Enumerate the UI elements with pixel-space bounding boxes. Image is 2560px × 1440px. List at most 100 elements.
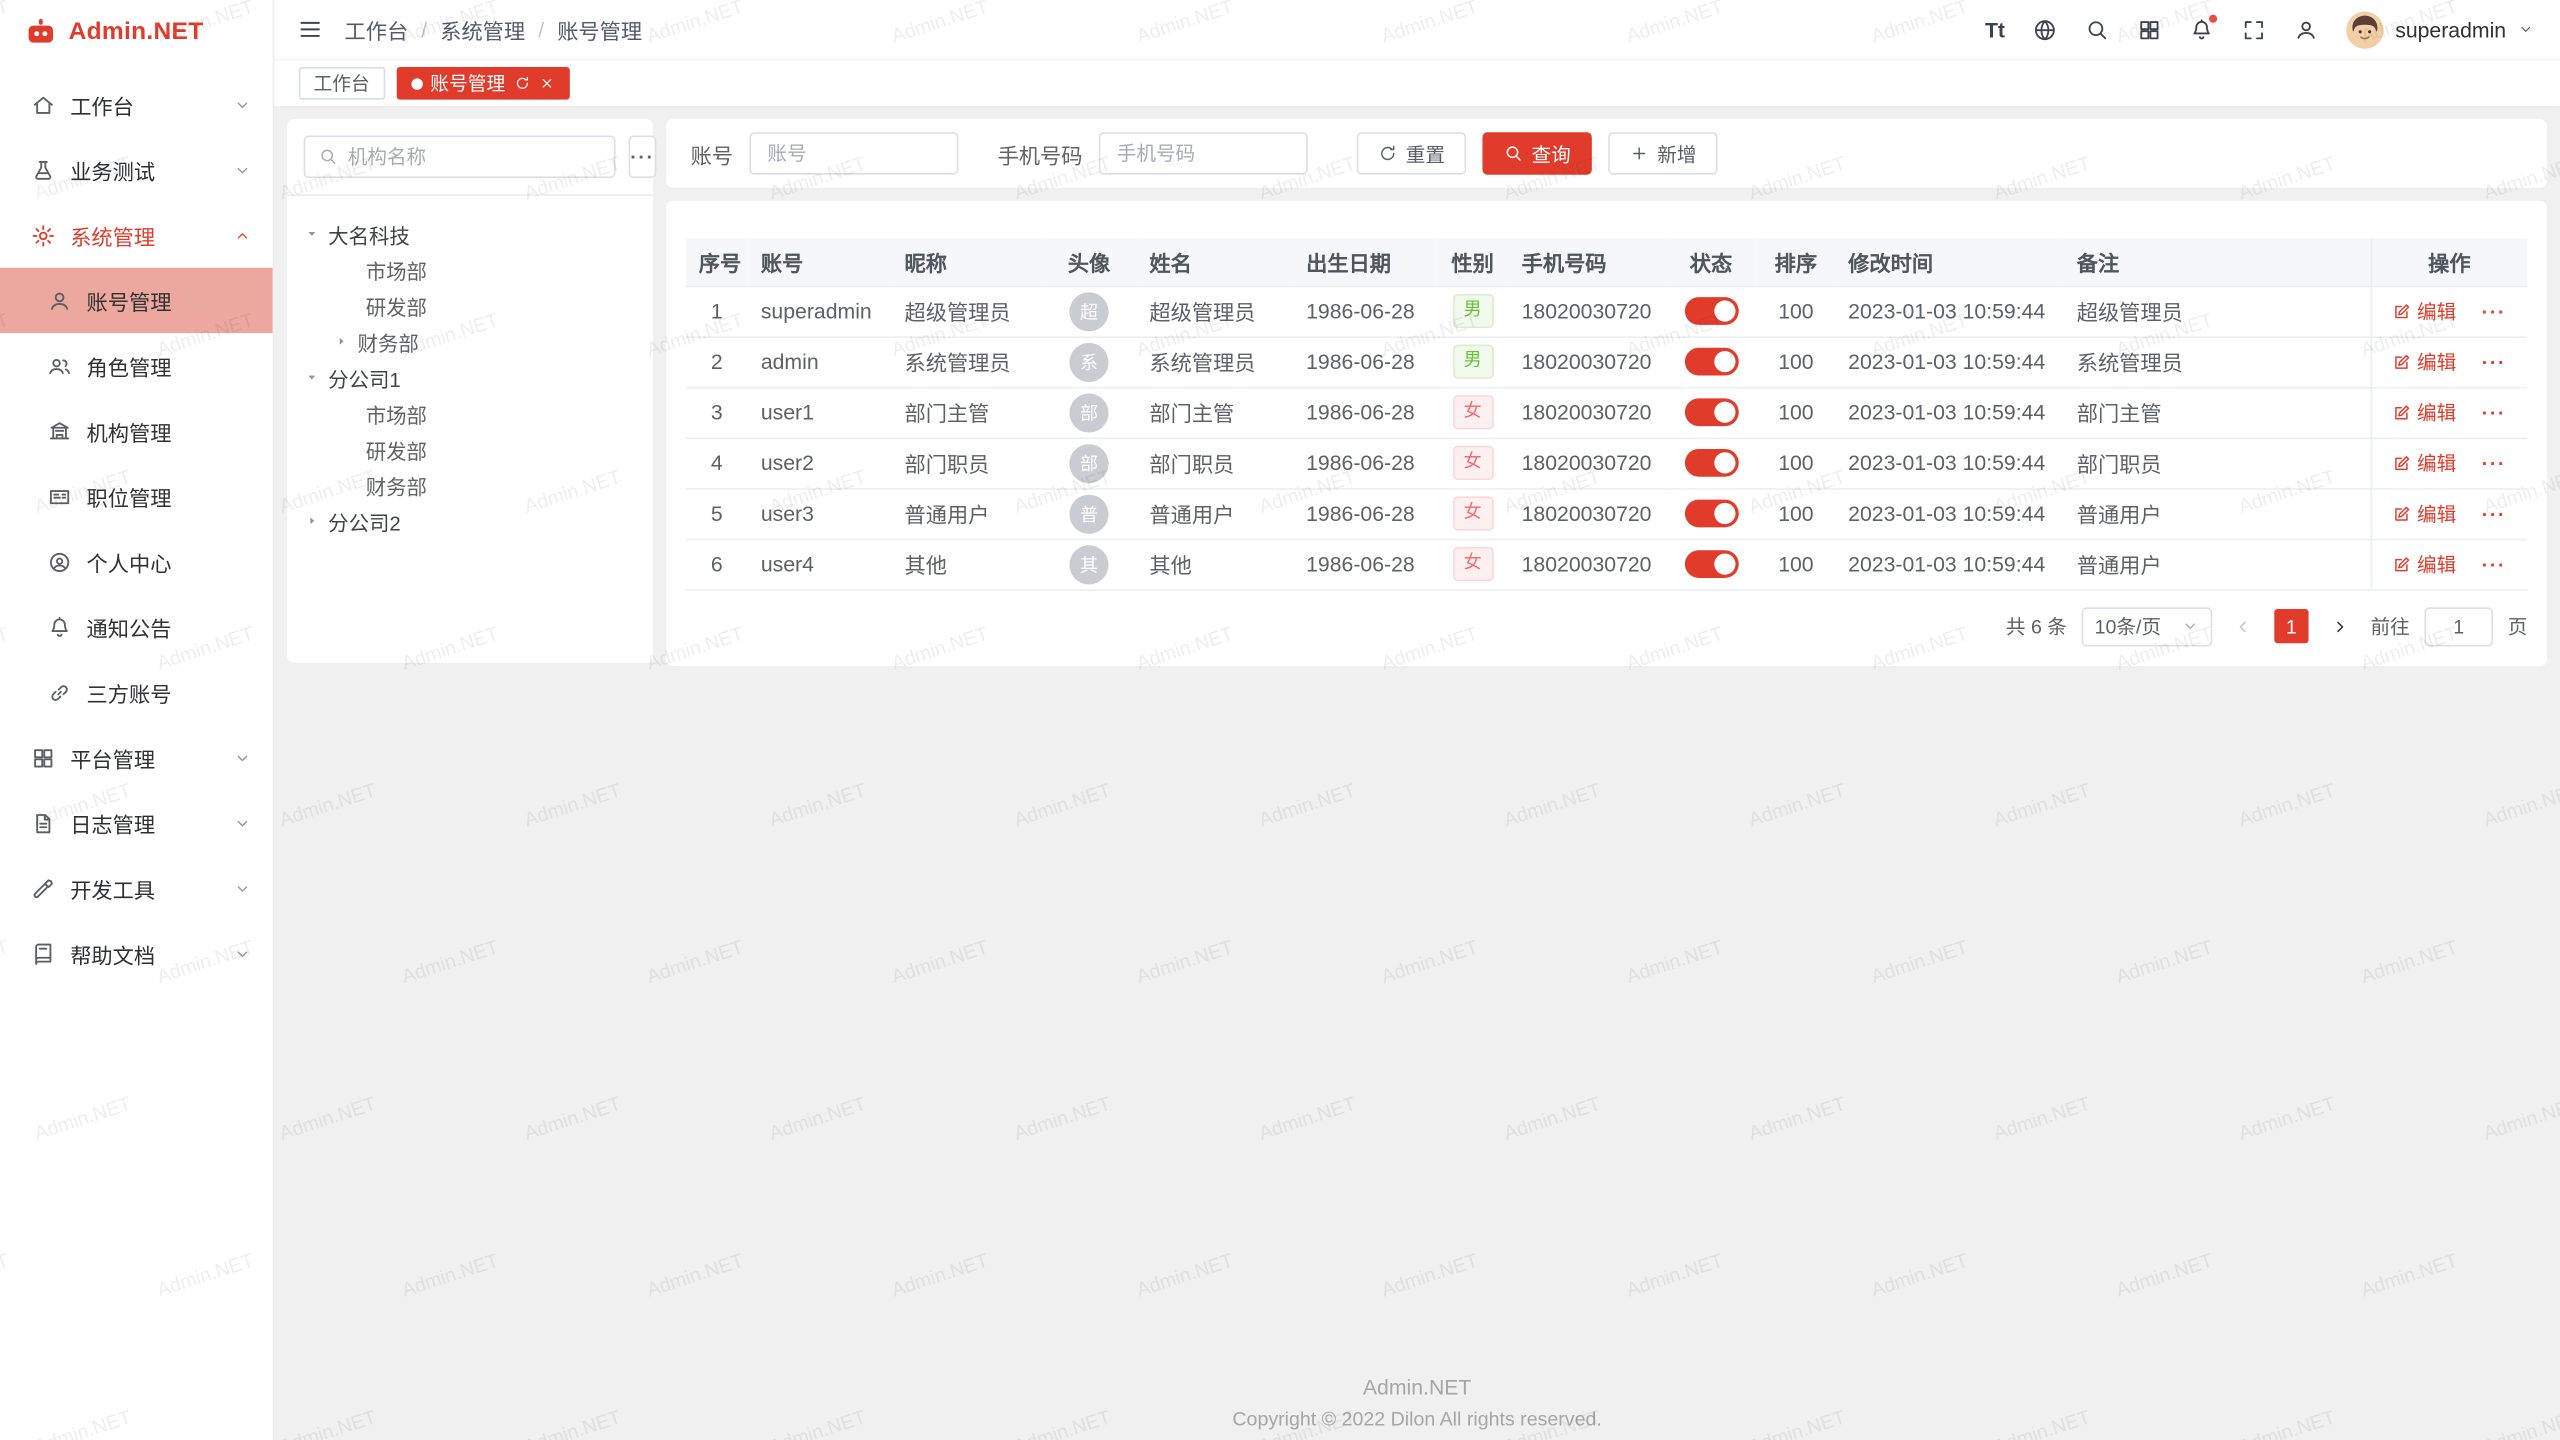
status-toggle[interactable] (1684, 348, 1738, 376)
sidebar-item-platform-mgmt[interactable]: 平台管理 (0, 725, 273, 790)
sidebar-item-account-mgmt[interactable]: 账号管理 (0, 268, 273, 333)
phone-label: 手机号码 (998, 138, 1083, 169)
sidebar-item-org-mgmt[interactable]: 机构管理 (0, 398, 273, 463)
gender-tag: 女 (1452, 396, 1493, 429)
sidebar-item-third-party-account[interactable]: 三方账号 (0, 660, 273, 725)
sidebar-item-business-test[interactable]: 业务测试 (0, 137, 273, 202)
edit-button[interactable]: 编辑 (2393, 398, 2457, 426)
user-menu[interactable]: superadmin (2346, 11, 2534, 49)
tree-node[interactable]: 市场部 (304, 251, 637, 287)
edit-button[interactable]: 编辑 (2393, 449, 2457, 477)
col-modified: 修改时间 (1835, 238, 2064, 285)
refresh-tab-icon[interactable] (513, 75, 529, 91)
reset-button[interactable]: 重置 (1357, 132, 1466, 174)
theme-icon[interactable] (2137, 17, 2161, 41)
status-toggle[interactable] (1684, 449, 1738, 477)
sidebar-item-log-mgmt[interactable]: 日志管理 (0, 790, 273, 855)
more-actions-button[interactable]: ··· (2482, 350, 2506, 373)
cell-remark: 超级管理员 (2064, 286, 2371, 337)
font-size-icon[interactable]: Tt (1985, 17, 2005, 41)
org-search-input[interactable] (348, 145, 601, 168)
cell-avatar: 普 (1042, 488, 1137, 539)
prev-page-button[interactable] (2227, 610, 2260, 643)
tree-node[interactable]: 财务部 (304, 467, 637, 503)
account-table-body: 1 superadmin 超级管理员 超 超级管理员 1986-06-28 男 … (686, 286, 2528, 590)
col-avatar: 头像 (1042, 238, 1137, 285)
more-actions-button[interactable]: ··· (2482, 553, 2506, 576)
app-logo: Admin.NET (0, 0, 273, 62)
cell-status (1665, 438, 1756, 489)
cell-actions: 编辑 ··· (2371, 387, 2528, 438)
edit-button[interactable]: 编辑 (2393, 550, 2457, 578)
tree-node[interactable]: 市场部 (304, 395, 637, 431)
phone-input[interactable] (1099, 132, 1308, 174)
tree-node[interactable]: 分公司1 (304, 359, 637, 395)
breadcrumb-item-system[interactable]: 系统管理 (440, 14, 525, 45)
fullscreen-icon[interactable] (2242, 17, 2266, 41)
logo-text: Admin.NET (69, 17, 204, 45)
search-icon[interactable] (2085, 17, 2109, 41)
platform-icon (31, 745, 55, 769)
org-more-button[interactable]: ··· (629, 136, 657, 178)
tree-node[interactable]: 大名科技 (304, 216, 637, 252)
more-actions-button[interactable]: ··· (2482, 451, 2506, 474)
tab-workbench[interactable]: 工作台 (299, 67, 385, 100)
tree-node[interactable]: 研发部 (304, 287, 637, 323)
next-page-button[interactable] (2323, 610, 2356, 643)
tree-node[interactable]: 财务部 (304, 323, 637, 359)
page-content: ··· 大名科技 市场部 研发部 (274, 106, 2560, 1440)
more-actions-button[interactable]: ··· (2482, 502, 2506, 525)
edit-button[interactable]: 编辑 (2393, 348, 2457, 376)
cell-modified: 2023-01-03 10:59:44 (1835, 387, 2064, 438)
caret-right-icon[interactable] (304, 513, 320, 529)
caret-right-icon[interactable] (333, 333, 349, 349)
account-input[interactable] (749, 132, 958, 174)
caret-down-icon[interactable] (304, 369, 320, 385)
edit-button[interactable]: 编辑 (2393, 500, 2457, 528)
edit-button[interactable]: 编辑 (2393, 297, 2457, 325)
caret-down-icon[interactable] (304, 225, 320, 241)
profile-icon[interactable] (2294, 17, 2318, 41)
org-tree: 大名科技 市场部 研发部 财务部 (304, 216, 637, 539)
log-icon (31, 811, 55, 835)
cell-modified: 2023-01-03 10:59:44 (1835, 488, 2064, 539)
account-section: 账号 手机号码 重置 查询 新增 (666, 119, 2547, 1427)
chevron-down-icon (233, 944, 251, 962)
tree-node[interactable]: 研发部 (304, 431, 637, 467)
edit-icon (2393, 352, 2413, 372)
tree-node-label: 分公司1 (328, 362, 401, 393)
edit-button-label: 编辑 (2417, 550, 2456, 578)
language-icon[interactable] (2033, 17, 2057, 41)
page-number-1[interactable]: 1 (2274, 609, 2308, 643)
menu-toggle-icon[interactable] (297, 16, 323, 42)
sidebar-item-dev-tools[interactable]: 开发工具 (0, 856, 273, 921)
tree-node-label: 财务部 (358, 326, 419, 357)
tab-account-mgmt[interactable]: 账号管理 (396, 67, 569, 100)
sidebar-item-role-mgmt[interactable]: 角色管理 (0, 333, 273, 398)
page-size-select[interactable]: 10条/页 (2082, 607, 2213, 646)
more-actions-button[interactable]: ··· (2482, 401, 2506, 424)
tree-node[interactable]: 分公司2 (304, 503, 637, 539)
status-toggle[interactable] (1684, 550, 1738, 578)
notification-bell[interactable] (2189, 17, 2213, 41)
status-toggle[interactable] (1684, 297, 1738, 325)
sidebar-item-announcement[interactable]: 通知公告 (0, 594, 273, 659)
sidebar-item-personal-center[interactable]: 个人中心 (0, 529, 273, 594)
search-button[interactable]: 查询 (1483, 132, 1592, 174)
add-button[interactable]: 新增 (1608, 132, 1717, 174)
chevron-down-icon (233, 814, 251, 832)
status-toggle[interactable] (1684, 398, 1738, 426)
app-root: Admin.NET 工作台 业务测试 系统管理 账号管理 (0, 0, 2560, 1440)
more-actions-button[interactable]: ··· (2482, 300, 2506, 323)
goto-label: 前往 (2371, 612, 2410, 640)
sidebar-item-position-mgmt[interactable]: 职位管理 (0, 464, 273, 529)
breadcrumb-item-workbench[interactable]: 工作台 (344, 14, 408, 45)
sidebar-item-workbench[interactable]: 工作台 (0, 72, 273, 137)
close-tab-icon[interactable] (538, 75, 554, 91)
sidebar-item-system[interactable]: 系统管理 (0, 202, 273, 267)
edit-icon (2393, 453, 2413, 473)
status-toggle[interactable] (1684, 500, 1738, 528)
goto-page-input[interactable] (2424, 607, 2493, 646)
sidebar-item-help-docs[interactable]: 帮助文档 (0, 921, 273, 986)
sidebar-item-label: 工作台 (70, 89, 219, 120)
